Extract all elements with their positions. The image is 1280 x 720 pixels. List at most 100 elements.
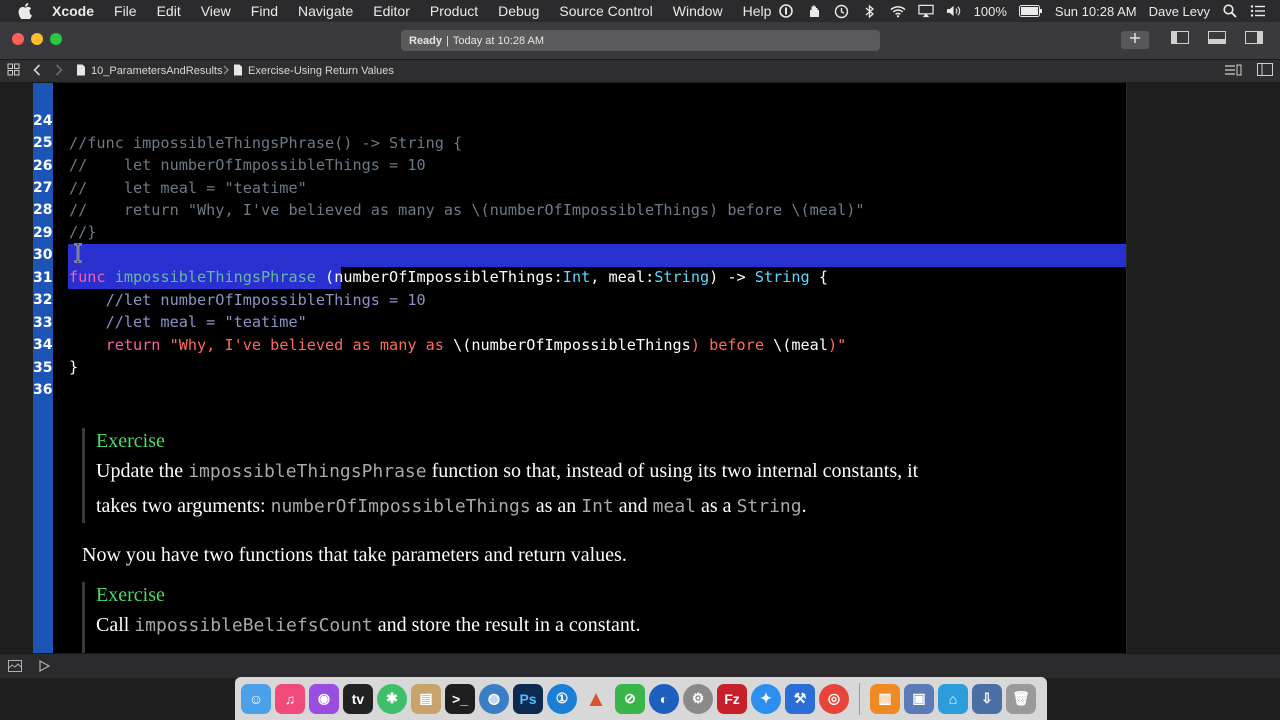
airplay-icon[interactable] (917, 3, 934, 19)
volume-icon[interactable] (946, 3, 962, 19)
user-name[interactable]: Dave Levy (1149, 4, 1210, 19)
bluetooth-icon[interactable] (862, 3, 878, 19)
terminal-icon[interactable]: >_ (445, 683, 475, 714)
text-run: and store the result in a constant. (372, 614, 641, 636)
code-line: 35 (0, 335, 1280, 376)
apple-tv-icon[interactable]: tv (343, 683, 373, 714)
app-store-folder-icon[interactable]: ⌂ (938, 683, 968, 714)
toggle-inspector-button[interactable] (1240, 31, 1268, 49)
chatgpt-icon[interactable]: ✱ (377, 683, 407, 714)
time-machine-icon[interactable] (834, 3, 850, 19)
text-run: . (801, 495, 807, 517)
code-line: 25 // let numberOfImpossibleThings = 10 (0, 110, 1280, 174)
menu-debug[interactable]: Debug (488, 3, 549, 19)
jump-bar: 10_ParametersAndResults Exercise-Using R… (0, 60, 1280, 83)
chevron-left-icon (33, 63, 41, 79)
onepassword-dock-icon[interactable]: ① (547, 683, 577, 714)
run-playground-button[interactable] (38, 659, 51, 677)
close-window-button[interactable] (12, 33, 24, 45)
code-line: 33 return "Why, I've believed as many as… (0, 290, 1280, 354)
inline-code: numberOfImpossibleThings (270, 496, 531, 517)
menu-edit[interactable]: Edit (147, 3, 191, 19)
spotlight-search-icon[interactable] (1222, 3, 1238, 19)
code-line: 29 (0, 200, 1280, 241)
editor-options-button[interactable] (1224, 60, 1242, 82)
text-run: as a (696, 495, 737, 517)
chrome-icon[interactable]: ◎ (819, 683, 849, 714)
inline-code: meal (652, 496, 697, 517)
breadcrumb-page[interactable]: Exercise-Using Return Values (233, 60, 394, 82)
network-icon[interactable]: ◍ (479, 683, 509, 714)
sourcetree-icon[interactable]: ⊘ (615, 683, 645, 714)
notification-center-icon[interactable] (1250, 3, 1266, 19)
zoom-window-button[interactable] (50, 33, 62, 45)
toggle-console-button[interactable] (8, 659, 22, 677)
breadcrumb-playground[interactable]: 10_ParametersAndResults (76, 60, 222, 82)
menu-navigate[interactable]: Navigate (288, 3, 363, 19)
vlc-icon[interactable]: ▲ (581, 684, 611, 714)
dock-separator (859, 682, 860, 715)
menu-source-control[interactable]: Source Control (549, 3, 662, 19)
code-line: 24 //func impossibleThingsPhrase() -> St… (0, 88, 1280, 152)
page-document-icon (233, 64, 243, 79)
podcasts-icon[interactable]: ◉ (309, 683, 339, 714)
trash-icon[interactable]: 🗑 (1006, 683, 1036, 714)
battery-icon[interactable] (1018, 3, 1043, 19)
menu-app-xcode[interactable]: Xcode (52, 3, 104, 19)
battery-percent: 100% (973, 3, 1007, 19)
add-editor-button[interactable] (1257, 60, 1273, 82)
exercise-callout-2: Exercise Call impossibleBeliefsCount and… (82, 582, 640, 653)
menu-help[interactable]: Help (733, 3, 782, 19)
code-line-selected: 32 //let meal = "teatime" (0, 267, 1280, 331)
code-line: 36 (0, 357, 1280, 398)
finder-icon[interactable]: ☺ (241, 683, 271, 714)
notes-icon[interactable]: ▤ (411, 683, 441, 714)
xcode-dock-icon[interactable]: ⚒ (785, 683, 815, 714)
chevron-right-small-icon (223, 65, 229, 78)
left-panel-icon (1171, 31, 1189, 49)
apple-menu-icon[interactable] (18, 3, 34, 19)
breadcrumb-separator (223, 60, 229, 82)
add-library-button[interactable] (1121, 31, 1149, 49)
menu-bar: Xcode File Edit View Find Navigate Edito… (0, 0, 1280, 22)
dock: ☺ ♫ ◉ tv ✱ ▤ >_ ◍ Ps ① ▲ ⊘ ◐ ⚙ Fz ✦ ⚒ ◎ … (235, 677, 1047, 720)
menu-file[interactable]: File (104, 3, 147, 19)
text-run: Update the (96, 460, 189, 482)
edge-icon[interactable]: ◐ (649, 683, 679, 714)
toggle-debug-area-button[interactable] (1203, 31, 1231, 49)
console-icon (8, 659, 22, 676)
safari-icon[interactable]: ✦ (751, 683, 781, 714)
code-line: 26 // let meal = "teatime" (0, 133, 1280, 197)
downloads-stack-icon[interactable]: ⇩ (972, 683, 1002, 714)
menu-view[interactable]: View (191, 3, 241, 19)
chevron-right-icon (55, 63, 63, 79)
menu-product[interactable]: Product (420, 3, 488, 19)
system-preferences-icon[interactable]: ⚙ (683, 683, 713, 714)
onepassword-icon[interactable] (778, 3, 794, 19)
forward-button[interactable] (55, 60, 63, 82)
toggle-navigator-button[interactable] (1166, 31, 1194, 49)
status-menus: 100% Sun 10:28 AM Dave Levy (778, 0, 1280, 22)
source-editor[interactable]: 24 //func impossibleThingsPhrase() -> St… (0, 83, 1280, 653)
split-editor-icon (1257, 63, 1273, 79)
menu-find[interactable]: Find (241, 3, 288, 19)
status-separator: | (446, 34, 449, 47)
books-icon[interactable]: ▥ (870, 683, 900, 714)
back-button[interactable] (33, 60, 41, 82)
text-run: and (613, 495, 653, 517)
text-run: takes two arguments: (96, 495, 271, 517)
filezilla-icon[interactable]: Fz (717, 683, 747, 714)
minimize-window-button[interactable] (31, 33, 43, 45)
wifi-icon[interactable] (890, 3, 906, 19)
hand-icon[interactable] (806, 3, 822, 19)
text-run: Call (96, 614, 135, 636)
code-line: 28 //} (0, 177, 1280, 241)
inline-code: String (736, 496, 802, 517)
itunes-icon[interactable]: ♫ (275, 683, 305, 714)
related-items-button[interactable] (7, 60, 20, 82)
menu-window[interactable]: Window (663, 3, 733, 19)
clock[interactable]: Sun 10:28 AM (1055, 4, 1137, 19)
photoshop-icon[interactable]: Ps (513, 683, 543, 714)
menu-editor[interactable]: Editor (363, 3, 420, 19)
preview-icon[interactable]: ▣ (904, 683, 934, 714)
